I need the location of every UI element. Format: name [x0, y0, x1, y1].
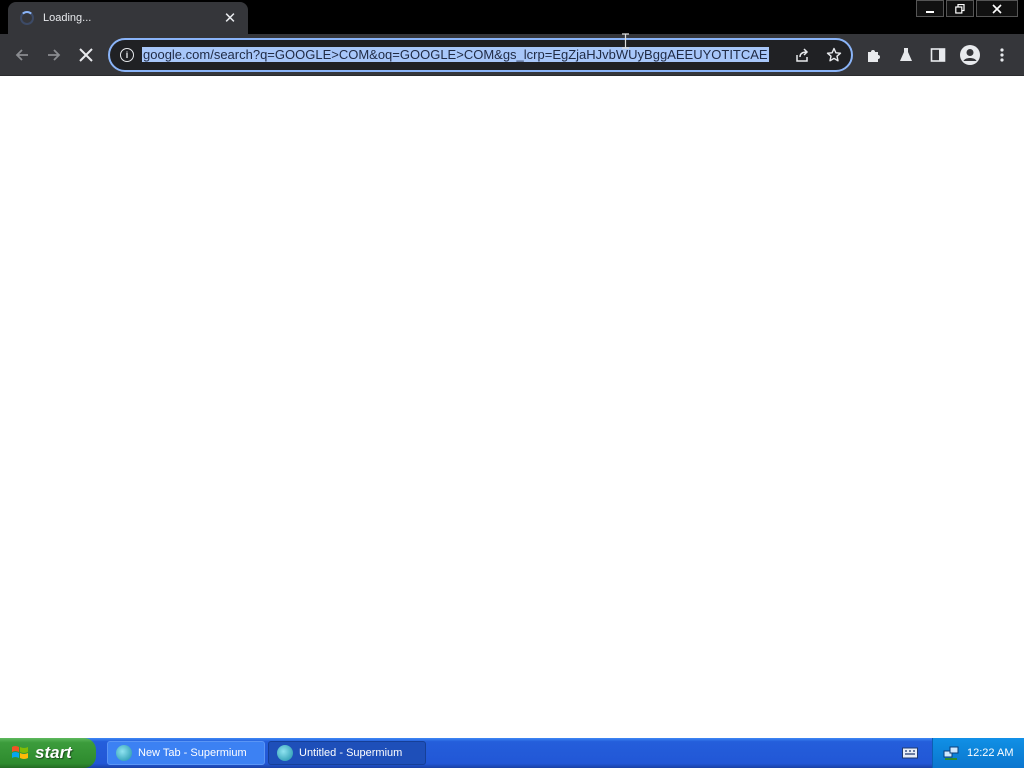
browser-toolbar: i google.com/search?q=GOOGLE>COM&oq=GOOG…: [0, 34, 1024, 76]
puzzle-icon[interactable]: [862, 43, 886, 67]
loading-spinner-icon: [20, 11, 34, 25]
taskbar-item-label: New Tab - Supermium: [138, 747, 247, 759]
url-text[interactable]: google.com/search?q=GOOGLE>COM&oq=GOOGLE…: [142, 47, 769, 62]
forward-button[interactable]: [42, 43, 66, 67]
tab-close-icon[interactable]: ✕: [222, 9, 238, 27]
clock: 12:22 AM: [967, 747, 1014, 759]
stop-icon: [79, 48, 93, 62]
system-tray: 12:22 AM: [932, 738, 1024, 768]
side-panel-icon[interactable]: [926, 43, 950, 67]
keyboard-icon[interactable]: [902, 746, 918, 760]
restore-icon: [955, 3, 965, 14]
window-controls: [916, 0, 1018, 17]
start-button[interactable]: start: [0, 738, 96, 768]
close-window-button[interactable]: [976, 0, 1018, 17]
profile-icon[interactable]: [958, 43, 982, 67]
taskbar-item-untitled[interactable]: Untitled - Supermium: [268, 741, 426, 765]
network-icon[interactable]: [943, 745, 959, 761]
flask-icon[interactable]: [894, 43, 918, 67]
supermium-icon: [116, 745, 132, 761]
windows-logo-icon: [12, 746, 28, 759]
supermium-icon: [277, 745, 293, 761]
text-cursor-icon: [622, 33, 629, 49]
share-icon[interactable]: [790, 43, 814, 67]
tab-title: Loading...: [43, 12, 92, 24]
close-icon: [992, 3, 1002, 14]
minimize-button[interactable]: [916, 0, 944, 17]
page-content: [0, 77, 1024, 738]
forward-arrow-icon: [48, 49, 61, 61]
stop-loading-button[interactable]: [74, 43, 98, 67]
info-icon[interactable]: i: [120, 48, 134, 62]
star-icon[interactable]: [822, 43, 846, 67]
back-button[interactable]: [10, 43, 34, 67]
back-arrow-icon: [15, 49, 28, 61]
taskbar: start New Tab - Supermium Untitled - Sup…: [0, 738, 1024, 768]
minimize-icon: [926, 10, 934, 13]
taskbar-item-label: Untitled - Supermium: [299, 747, 403, 759]
url-wrapper: google.com/search?q=GOOGLE>COM&oq=GOOGLE…: [142, 45, 782, 65]
tab-strip: Loading... ✕: [0, 0, 1024, 34]
address-bar[interactable]: i google.com/search?q=GOOGLE>COM&oq=GOOG…: [108, 38, 853, 72]
taskbar-item-new-tab[interactable]: New Tab - Supermium: [107, 741, 265, 765]
browser-tab[interactable]: Loading... ✕: [8, 2, 248, 34]
kebab-menu-icon[interactable]: [990, 43, 1014, 67]
start-label: start: [35, 743, 72, 762]
restore-button[interactable]: [946, 0, 974, 17]
